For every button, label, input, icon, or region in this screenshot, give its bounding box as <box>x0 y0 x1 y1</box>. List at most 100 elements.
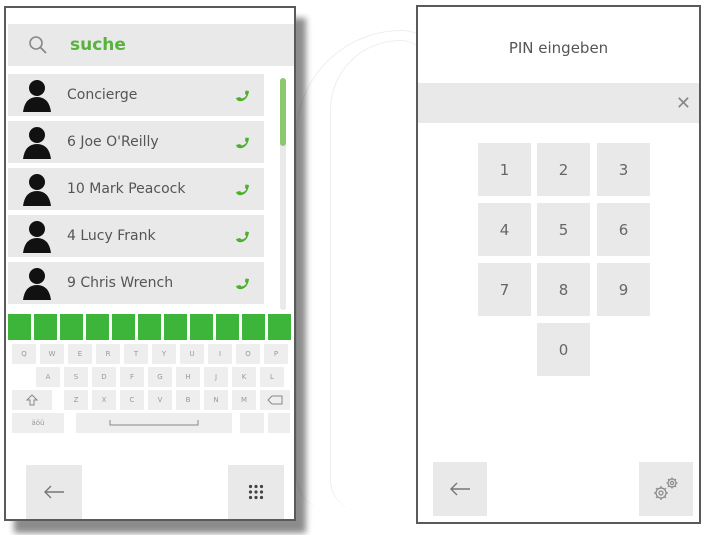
contact-name: 4 Lucy Frank <box>67 228 156 244</box>
suggestion-key[interactable] <box>268 314 291 340</box>
key-p[interactable]: P <box>264 344 288 364</box>
key-d[interactable]: D <box>92 367 116 387</box>
key-b[interactable]: B <box>176 390 200 410</box>
suggestion-key[interactable] <box>86 314 109 340</box>
key-r[interactable]: R <box>96 344 120 364</box>
pin-key-9[interactable]: 9 <box>597 263 650 316</box>
contact-name: 10 Mark Peacock <box>67 181 186 197</box>
back-arrow-icon <box>450 482 470 496</box>
contact-name: 6 Joe O'Reilly <box>67 134 159 150</box>
keyboard-row-4: äöü <box>8 413 294 433</box>
pin-input-field[interactable]: ✕ <box>418 83 699 123</box>
key-m[interactable]: M <box>232 390 256 410</box>
suggestion-key[interactable] <box>190 314 213 340</box>
space-key[interactable] <box>76 413 232 433</box>
keyboard-row-1: Q W E R T Y U I O P <box>8 344 294 364</box>
pin-key-8[interactable]: 8 <box>537 263 590 316</box>
pin-key-3[interactable]: 3 <box>597 143 650 196</box>
pin-key-4[interactable]: 4 <box>478 203 531 256</box>
key-w[interactable]: W <box>40 344 64 364</box>
key-j[interactable]: J <box>204 367 228 387</box>
key-e[interactable]: E <box>68 344 92 364</box>
phone-icon[interactable] <box>234 86 250 102</box>
scrollbar-thumb[interactable] <box>280 78 286 146</box>
key-s[interactable]: S <box>64 367 88 387</box>
gear-icon <box>654 477 678 500</box>
key-l[interactable]: L <box>260 367 284 387</box>
suggestion-key[interactable] <box>216 314 239 340</box>
keyboard-suggestion-row <box>8 314 294 341</box>
key-u[interactable]: U <box>180 344 204 364</box>
pin-entry-panel: PIN eingeben ✕ 1 2 3 4 5 6 7 8 9 0 <box>416 5 701 524</box>
suggestion-key[interactable] <box>8 314 31 340</box>
contact-name: 9 Chris Wrench <box>67 275 174 291</box>
key-f[interactable]: F <box>120 367 144 387</box>
suggestion-key[interactable] <box>164 314 187 340</box>
pin-key-5[interactable]: 5 <box>537 203 590 256</box>
contact-name: Concierge <box>67 87 138 103</box>
pin-key-2[interactable]: 2 <box>537 143 590 196</box>
person-silhouette-icon <box>23 221 51 253</box>
pin-key-1[interactable]: 1 <box>478 143 531 196</box>
key-n[interactable]: N <box>204 390 228 410</box>
contact-directory-panel: suche Concierge 6 Joe O'Reilly 10 Mark P… <box>4 6 296 521</box>
backspace-key[interactable] <box>260 390 290 410</box>
key-t[interactable]: T <box>124 344 148 364</box>
contact-item[interactable]: 4 Lucy Frank <box>8 215 264 257</box>
phone-icon[interactable] <box>234 180 250 196</box>
shift-icon <box>26 394 38 406</box>
pin-key-6[interactable]: 6 <box>597 203 650 256</box>
person-silhouette-icon <box>23 127 51 159</box>
pin-title: PIN eingeben <box>508 39 609 57</box>
suggestion-key[interactable] <box>60 314 83 340</box>
back-button[interactable] <box>433 462 487 516</box>
suggestion-key[interactable] <box>138 314 161 340</box>
person-silhouette-icon <box>23 80 51 112</box>
key-h[interactable]: H <box>176 367 200 387</box>
punctuation-key[interactable] <box>268 413 290 433</box>
search-input[interactable]: suche <box>70 35 126 55</box>
shift-key[interactable] <box>12 390 52 410</box>
search-bar[interactable]: suche <box>8 24 294 66</box>
key-o[interactable]: O <box>236 344 260 364</box>
phone-icon[interactable] <box>234 227 250 243</box>
phone-icon[interactable] <box>234 133 250 149</box>
pin-key-7[interactable]: 7 <box>478 263 531 316</box>
suggestion-key[interactable] <box>112 314 135 340</box>
contact-item[interactable]: Concierge <box>8 74 264 116</box>
settings-button[interactable] <box>639 462 693 516</box>
key-g[interactable]: G <box>148 367 172 387</box>
space-bar-icon <box>109 420 199 426</box>
keypad-toggle-button[interactable] <box>228 465 284 519</box>
clear-icon[interactable]: ✕ <box>676 93 691 114</box>
contact-item[interactable]: 10 Mark Peacock <box>8 168 264 210</box>
key-q[interactable]: Q <box>12 344 36 364</box>
key-z[interactable]: Z <box>64 390 88 410</box>
contact-item[interactable]: 6 Joe O'Reilly <box>8 121 264 163</box>
pin-key-0[interactable]: 0 <box>537 323 590 376</box>
contact-item[interactable]: 9 Chris Wrench <box>8 262 264 304</box>
key-c[interactable]: C <box>120 390 144 410</box>
suggestion-key[interactable] <box>242 314 265 340</box>
suggestion-key[interactable] <box>34 314 57 340</box>
contact-list-scrollbar[interactable] <box>280 78 286 310</box>
person-silhouette-icon <box>23 268 51 300</box>
key-i[interactable]: I <box>208 344 232 364</box>
special-chars-key[interactable]: äöü <box>12 413 64 433</box>
on-screen-keyboard: Q W E R T Y U I O P A S D F G H J K L Z <box>8 344 294 436</box>
keyboard-row-3: Z X C V B N M <box>8 390 294 410</box>
keypad-icon <box>248 484 264 500</box>
back-button[interactable] <box>26 465 82 519</box>
phone-icon[interactable] <box>234 274 250 290</box>
punctuation-key[interactable] <box>240 413 264 433</box>
key-v[interactable]: V <box>148 390 172 410</box>
person-silhouette-icon <box>23 174 51 206</box>
contact-list: Concierge 6 Joe O'Reilly 10 Mark Peacock… <box>8 74 264 309</box>
search-icon <box>29 36 47 54</box>
key-y[interactable]: Y <box>152 344 176 364</box>
key-a[interactable]: A <box>36 367 60 387</box>
key-k[interactable]: K <box>232 367 256 387</box>
key-x[interactable]: X <box>92 390 116 410</box>
back-arrow-icon <box>44 485 64 499</box>
keyboard-row-2: A S D F G H J K L <box>8 367 294 387</box>
